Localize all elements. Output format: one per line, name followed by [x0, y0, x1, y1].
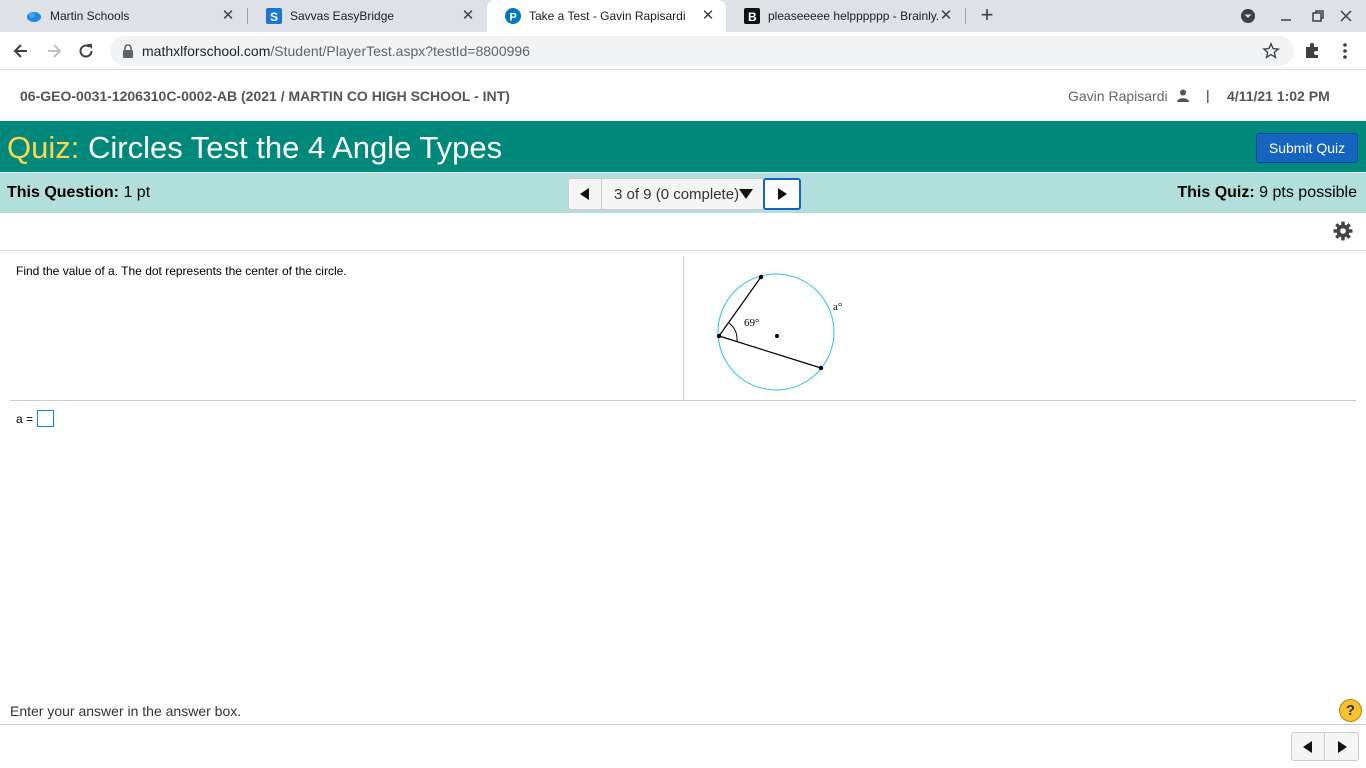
tab-title: Take a Test - Gavin Rapisardi [529, 9, 686, 23]
date-time: 4/11/21 1:02 PM [1227, 88, 1330, 104]
tab-savvas[interactable]: S Savvas EasyBridge ✕ [248, 0, 486, 32]
triangle-right-icon [778, 188, 787, 200]
forward-arrow-icon[interactable] [44, 41, 64, 61]
lock-icon[interactable] [122, 44, 134, 58]
header-separator: | [1206, 87, 1210, 103]
user-icon[interactable] [1177, 89, 1189, 102]
question-navigator: 3 of 9 (0 complete) [568, 178, 801, 210]
bookmark-star-icon[interactable] [1262, 42, 1280, 60]
page-header: 06-GEO-0031-1206310C-0002-AB (2021 / MAR… [0, 71, 1366, 121]
this-quiz-points: This Quiz: 9 pts possible [1177, 184, 1357, 202]
question-position: 3 of 9 (0 complete) [614, 185, 740, 203]
quiz-title-bar: Quiz: Circles Test the 4 Angle Types Sub… [0, 121, 1366, 172]
close-window-icon[interactable] [1336, 6, 1356, 26]
this-quiz-label: This Quiz: [1177, 184, 1255, 201]
svg-text:B: B [748, 10, 757, 24]
footer-previous-button[interactable] [1291, 732, 1325, 761]
restore-icon[interactable] [1308, 6, 1328, 26]
quiz-label: Quiz: [7, 130, 80, 165]
close-icon[interactable]: ✕ [938, 8, 954, 24]
triangle-right-icon [1337, 740, 1347, 753]
menu-dots-icon[interactable] [1335, 41, 1355, 61]
question-bar: This Question: 1 pt 3 of 9 (0 complete) … [0, 172, 1366, 213]
triangle-left-icon [580, 188, 589, 200]
answer-hint: Enter your answer in the answer box. [10, 703, 242, 719]
close-icon[interactable]: ✕ [220, 8, 236, 24]
savvas-icon: S [266, 8, 282, 24]
footer-navigator [1291, 732, 1359, 761]
tab-search-icon[interactable] [1238, 6, 1258, 26]
tab-strip: Martin Schools ✕ S Savvas EasyBridge ✕ P… [0, 0, 1366, 32]
upper-point [758, 274, 764, 280]
triangle-left-icon [1303, 740, 1312, 753]
tab-martin-schools[interactable]: Martin Schools ✕ [8, 0, 246, 32]
pearson-icon: P [505, 8, 521, 24]
vertex-point [716, 333, 722, 339]
user-name[interactable]: Gavin Rapisardi [1068, 88, 1168, 104]
angle-label: 69° [744, 317, 759, 329]
cloud-icon [27, 12, 41, 22]
previous-question-button[interactable] [568, 178, 602, 210]
gear-icon[interactable] [1333, 221, 1353, 241]
answer-label: a = [16, 411, 34, 426]
tab-brainly[interactable]: B pleaseeeee helpppppp - Brainly.c ✕ [726, 0, 964, 32]
extensions-puzzle-icon[interactable] [1302, 41, 1322, 61]
back-arrow-icon[interactable] [11, 41, 31, 61]
center-dot [775, 334, 779, 338]
brainly-icon: B [744, 8, 760, 24]
close-icon[interactable]: ✕ [700, 8, 716, 24]
svg-text:S: S [270, 10, 278, 24]
tab-title: Martin Schools [50, 9, 130, 23]
url-text: mathxlforschool.com/Student/PlayerTest.a… [142, 43, 530, 59]
url-host: mathxlforschool.com [142, 43, 271, 59]
reload-icon[interactable] [76, 41, 96, 61]
question-select-dropdown[interactable]: 3 of 9 (0 complete) [602, 178, 763, 210]
minimize-icon[interactable] [1276, 6, 1296, 26]
url-path: /Student/PlayerTest.aspx?testId=8800996 [270, 43, 530, 59]
this-question-points: This Question: 1 pt [7, 184, 150, 202]
question-prompt: Find the value of a. The dot represents … [16, 264, 347, 278]
toolbar-divider [0, 250, 1366, 251]
circle-figure: 69° a° [716, 273, 842, 391]
svg-text:P: P [510, 12, 517, 24]
new-tab-button[interactable]: + [976, 4, 998, 27]
browser-toolbar: mathxlforschool.com/Student/PlayerTest.a… [0, 32, 1366, 70]
triangle-down-icon [739, 189, 753, 199]
footer-next-button[interactable] [1325, 732, 1359, 761]
footer-divider [0, 724, 1366, 725]
answer-row: a = [16, 410, 55, 427]
tab-separator [965, 8, 966, 24]
submit-quiz-button[interactable]: Submit Quiz [1256, 133, 1358, 163]
arc-label: a° [833, 301, 842, 313]
close-icon[interactable]: ✕ [460, 8, 476, 24]
course-name: 06-GEO-0031-1206310C-0002-AB (2021 / MAR… [20, 88, 510, 104]
this-quiz-value: 9 pts possible [1259, 184, 1357, 201]
tab-title: pleaseeeee helpppppp - Brainly.c [768, 9, 938, 23]
tab-title: Savvas EasyBridge [290, 9, 395, 23]
next-question-button[interactable] [763, 178, 801, 210]
tab-take-a-test[interactable]: P Take a Test - Gavin Rapisardi ✕ [487, 0, 726, 32]
this-question-value: 1 pt [123, 184, 151, 201]
answer-input[interactable] [37, 410, 55, 427]
quiz-title: Circles Test the 4 Angle Types [88, 130, 503, 165]
address-bar[interactable]: mathxlforschool.com/Student/PlayerTest.a… [110, 36, 1294, 66]
question-column-divider [683, 256, 684, 400]
this-question-label: This Question: [7, 184, 119, 201]
chord-lower [718, 335, 822, 369]
lower-point [818, 365, 824, 371]
answer-divider [10, 400, 1356, 401]
help-icon[interactable]: ? [1339, 699, 1362, 722]
